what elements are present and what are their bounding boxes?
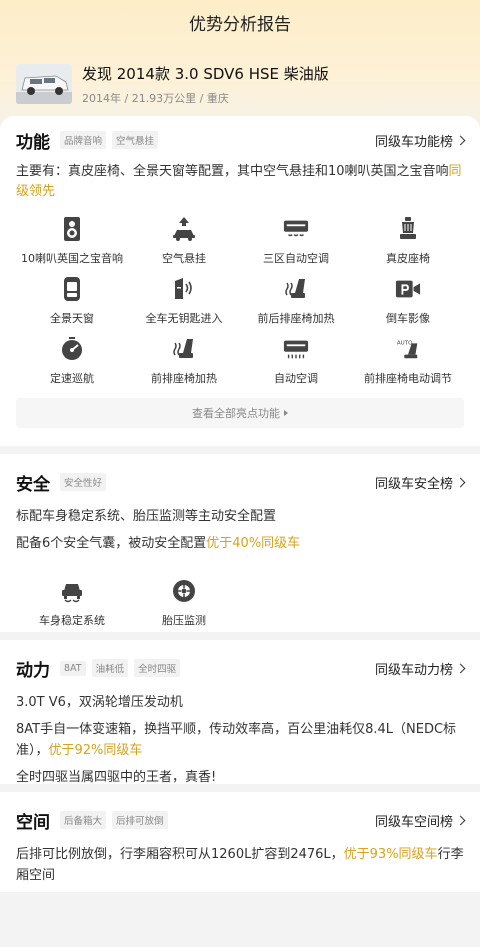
feature-label: 前后排座椅加热	[257, 312, 335, 325]
safety-title: 安全	[16, 474, 50, 495]
feature-label: 三区自动空调	[263, 252, 329, 265]
power-ranking-link[interactable]: 同级车动力榜	[374, 659, 466, 678]
feature-item: 胎压监测	[128, 578, 240, 628]
safety-tag: 安全性好	[60, 473, 107, 491]
space-highlight: 优于93%同级车	[343, 847, 438, 862]
feature-label: 全景天窗	[50, 312, 94, 325]
climate-control-icon	[283, 216, 309, 242]
chevron-right-icon	[455, 815, 466, 825]
power-line-1: 3.0T V6，双涡轮增压发动机	[16, 695, 183, 710]
chevron-right-icon	[455, 477, 466, 487]
safety-line-2: 配备6个安全气囊，被动安全配置优于40%同级车	[16, 533, 464, 554]
safety-highlight: 优于40%同级车	[206, 536, 301, 551]
features-title: 功能	[16, 132, 50, 153]
space-line-text: 后排可比例放倒，行李厢容积可从1260L扩容到2476L，	[16, 847, 344, 862]
leather-seat-icon	[395, 216, 421, 242]
power-line-2: 8AT手自一体变速箱，换挡平顺，传动效率高，百公里油耗仅8.4L（NEDC标准）…	[16, 719, 464, 761]
feature-label: 全车无钥匙进入	[145, 312, 223, 325]
air-suspension-icon	[171, 216, 197, 242]
panoramic-roof-icon	[59, 276, 85, 302]
feature-label: 空气悬挂	[162, 252, 206, 265]
feature-item: 真皮座椅	[352, 216, 464, 266]
feature-label: 自动空调	[274, 372, 318, 385]
space-tag: 后备箱大	[60, 811, 107, 829]
feature-label: 车身稳定系统	[39, 614, 105, 627]
car-name: 发现 2014款 3.0 SDV6 HSE 柴油版	[82, 64, 329, 83]
keyless-entry-icon	[171, 276, 197, 302]
safety-line-1: 标配车身稳定系统、胎压监测等主动安全配置	[16, 509, 277, 524]
stability-control-icon	[59, 578, 85, 604]
features-tag: 空气悬挂	[112, 131, 159, 149]
feature-label: 前排座椅电动调节	[364, 372, 452, 385]
feature-label: 定速巡航	[50, 372, 94, 385]
safety-line-2-text: 配备6个安全气囊，被动安全配置	[16, 536, 207, 551]
safety-ranking-link[interactable]: 同级车安全榜	[374, 473, 466, 492]
features-ranking-label: 同级车功能榜	[374, 134, 453, 150]
space-line: 后排可比例放倒，行李厢容积可从1260L扩容到2476L，优于93%同级车行李厢…	[16, 844, 464, 886]
car-meta: 2014年 / 21.93万公里 / 重庆	[82, 91, 229, 105]
page-title: 优势分析报告	[189, 14, 291, 35]
feature-label: 前排座椅加热	[151, 372, 217, 385]
space-section: 空间 后备箱大 后排可放倒 同级车空间榜 后排可比例放倒，行李厢容积可从1260…	[0, 792, 480, 892]
space-tag: 后排可放倒	[112, 811, 168, 829]
chevron-right-icon	[455, 663, 466, 673]
feature-item: 空气悬挂	[128, 216, 240, 266]
feature-item: 前后排座椅加热	[240, 276, 352, 326]
feature-item: 倒车影像	[352, 276, 464, 326]
features-summary-text: 主要有：真皮座椅、全景天窗等配置，其中空气悬挂和10喇叭英国之宝音响	[16, 164, 449, 179]
view-all-features-button[interactable]: 查看全部亮点功能	[16, 398, 464, 428]
view-all-label: 查看全部亮点功能	[192, 407, 280, 420]
feature-item: 全车无钥匙进入	[128, 276, 240, 326]
feature-item: 车身稳定系统	[16, 578, 128, 628]
svg-text:AUTO: AUTO	[397, 340, 413, 346]
cruise-control-icon	[59, 336, 85, 362]
power-section: 动力 8AT 油耗低 全时四驱 同级车动力榜 3.0T V6，双涡轮增压发动机 …	[0, 640, 480, 785]
power-title: 动力	[16, 660, 50, 681]
features-tag: 品牌音响	[60, 131, 107, 149]
features-ranking-link[interactable]: 同级车功能榜	[374, 131, 466, 150]
features-section: 功能 品牌音响 空气悬挂 同级车功能榜 主要有：真皮座椅、全景天窗等配置，其中空…	[0, 116, 480, 446]
car-summary[interactable]: 发现 2014款 3.0 SDV6 HSE 柴油版 2014年 / 21.93万…	[0, 44, 480, 116]
speaker-icon	[59, 216, 85, 242]
chevron-right-icon	[455, 135, 466, 145]
auto-ac-icon	[283, 336, 309, 362]
feature-item: 定速巡航	[16, 336, 128, 386]
space-title: 空间	[16, 812, 50, 833]
power-ranking-label: 同级车动力榜	[374, 662, 453, 678]
feature-item: AUTO 前排座椅电动调节	[352, 336, 464, 386]
safety-ranking-label: 同级车安全榜	[374, 476, 453, 492]
power-seat-icon: AUTO	[395, 336, 421, 362]
tire-pressure-icon	[171, 578, 197, 604]
safety-section: 安全 安全性好 同级车安全榜 标配车身稳定系统、胎压监测等主动安全配置 配备6个…	[0, 454, 480, 632]
feature-grid: 10喇叭英国之宝音响 空气悬挂 三区自动空调 真皮座椅 全景天窗 全车无钥匙进入…	[16, 216, 464, 386]
features-summary: 主要有：真皮座椅、全景天窗等配置，其中空气悬挂和10喇叭英国之宝音响同级领先	[16, 162, 464, 202]
feature-item: 10喇叭英国之宝音响	[16, 216, 128, 266]
front-seat-heating-icon	[171, 336, 197, 362]
power-tag: 8AT	[60, 660, 86, 676]
power-highlight: 优于92%同级车	[48, 743, 143, 758]
caret-right-icon	[284, 410, 288, 416]
space-ranking-link[interactable]: 同级车空间榜	[374, 811, 466, 830]
feature-label: 真皮座椅	[386, 252, 430, 265]
feature-item: 前排座椅加热	[128, 336, 240, 386]
power-tag: 全时四驱	[134, 659, 181, 677]
feature-label: 胎压监测	[162, 614, 206, 627]
feature-item: 全景天窗	[16, 276, 128, 326]
feature-label: 10喇叭英国之宝音响	[21, 252, 123, 265]
space-ranking-label: 同级车空间榜	[374, 814, 453, 830]
feature-item: 自动空调	[240, 336, 352, 386]
power-tag: 油耗低	[91, 659, 129, 677]
car-thumbnail	[16, 64, 72, 104]
top-bar: 优势分析报告	[0, 0, 480, 44]
reverse-camera-icon	[395, 276, 421, 302]
feature-item: 三区自动空调	[240, 216, 352, 266]
safety-feature-row: 车身稳定系统 胎压监测	[16, 578, 464, 628]
seat-heating-icon	[283, 276, 309, 302]
feature-label: 倒车影像	[386, 312, 430, 325]
